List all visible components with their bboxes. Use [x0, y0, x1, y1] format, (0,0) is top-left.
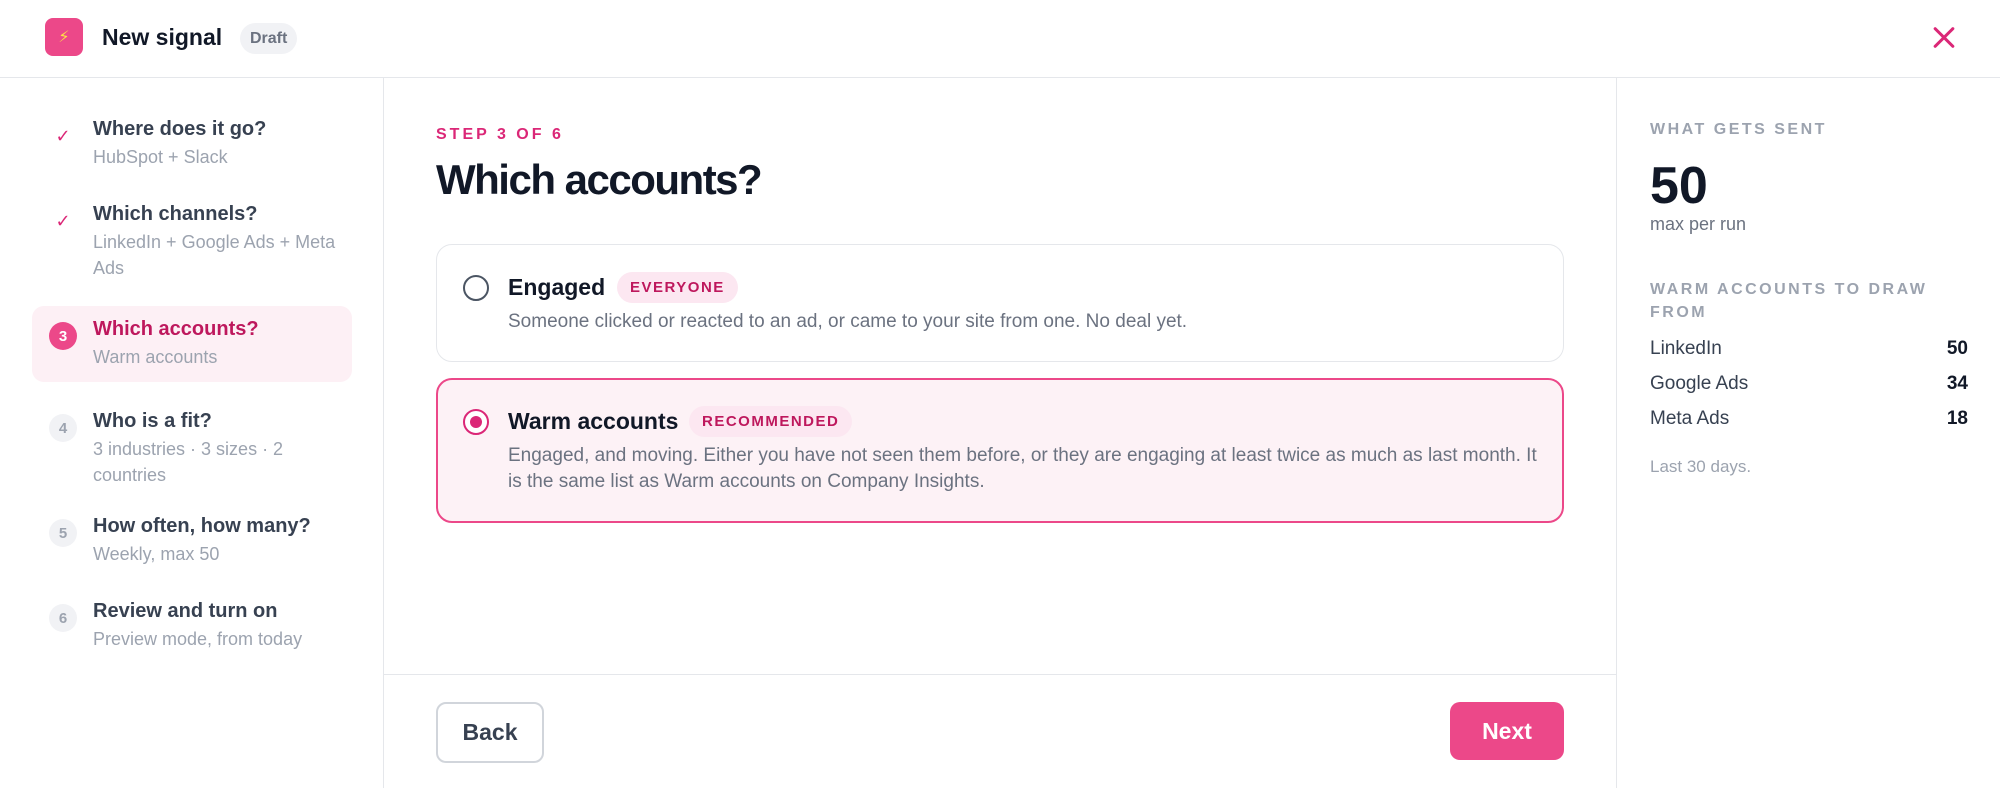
summary-label: WHAT GETS SENT: [1650, 121, 1827, 138]
source-name: LinkedIn: [1650, 338, 1722, 359]
max-per-run-caption: max per run: [1650, 214, 1747, 234]
source-count: 34: [1946, 373, 1968, 394]
wizard-footer: Back Next: [384, 674, 1616, 788]
step-subtitle: HubSpot + Slack: [93, 147, 228, 167]
step-number: 6: [49, 604, 77, 632]
checkmark-icon: ✓: [55, 125, 71, 146]
step-number: 3: [49, 322, 77, 350]
back-button[interactable]: Back: [436, 702, 544, 763]
close-icon[interactable]: [1926, 20, 1962, 56]
source-row: LinkedIn 50: [1650, 338, 1968, 366]
step-item-frequency[interactable]: 5 How often, how many? Weekly, max 50: [32, 503, 352, 573]
next-button[interactable]: Next: [1450, 702, 1564, 760]
step-title: Who is a fit?: [93, 410, 212, 432]
source-row: Google Ads 34: [1650, 373, 1968, 401]
checkmark-icon: ✓: [55, 210, 71, 231]
option-badge: RECOMMENDED: [689, 406, 853, 437]
option-title: Warm accounts: [508, 408, 679, 434]
source-row: Meta Ads 18: [1650, 408, 1968, 436]
lightning-bolt-icon: ⚡: [45, 18, 83, 56]
step-title: Which accounts?: [93, 318, 259, 340]
page-heading: Which accounts?: [436, 156, 763, 203]
status-badge: Draft: [240, 23, 298, 54]
step-subtitle: Warm accounts: [93, 347, 218, 367]
step-subtitle: 3 industries · 3 sizes · 2 countries: [93, 439, 284, 485]
step-item-channels[interactable]: ✓ Which channels? LinkedIn + Google Ads …: [32, 191, 352, 287]
option-description: Engaged, and moving. Either you have not…: [508, 445, 1537, 492]
summary-panel: WHAT GETS SENT 50 max per run WARM ACCOU…: [1616, 78, 2000, 788]
source-name: Meta Ads: [1650, 408, 1730, 429]
main-content: STEP 3 OF 6 Which accounts? Engaged EVER…: [384, 78, 1616, 788]
step-title: Review and turn on: [93, 600, 278, 622]
step-subtitle: Preview mode, from today: [93, 629, 303, 649]
step-number: 5: [49, 519, 77, 547]
step-counter: STEP 3 OF 6: [436, 126, 564, 143]
date-range-note: Last 30 days.: [1650, 457, 1752, 476]
option-warm-accounts[interactable]: Warm accounts RECOMMENDED Engaged, and m…: [436, 378, 1564, 523]
step-subtitle: Weekly, max 50: [93, 544, 220, 564]
step-item-review[interactable]: 6 Review and turn on Preview mode, from …: [32, 588, 352, 658]
step-number: 4: [49, 414, 77, 442]
step-item-fit[interactable]: 4 Who is a fit? 3 industries · 3 sizes ·…: [32, 398, 352, 494]
source-count: 50: [1946, 338, 1968, 359]
max-per-run-value: 50: [1650, 157, 1708, 215]
sources-label: WARM ACCOUNTS TO DRAW FROM: [1650, 281, 1928, 321]
source-count: 18: [1946, 408, 1968, 429]
step-subtitle: LinkedIn + Google Ads + Meta Ads: [93, 232, 336, 278]
step-sidebar: ✓ Where does it go? HubSpot + Slack ✓ Wh…: [0, 78, 384, 788]
option-engaged[interactable]: Engaged EVERYONE Someone clicked or reac…: [436, 244, 1564, 362]
radio-button[interactable]: [463, 275, 489, 301]
radio-button-selected[interactable]: [463, 409, 489, 435]
option-title: Engaged: [508, 274, 606, 300]
step-item-destination[interactable]: ✓ Where does it go? HubSpot + Slack: [32, 106, 352, 176]
source-name: Google Ads: [1650, 373, 1749, 394]
step-item-accounts[interactable]: 3 Which accounts? Warm accounts: [32, 306, 352, 382]
step-title: How often, how many?: [93, 515, 311, 537]
step-title: Where does it go?: [93, 118, 267, 140]
step-title: Which channels?: [93, 203, 258, 225]
top-bar: ⚡ New signal Draft: [0, 0, 2000, 78]
option-badge: EVERYONE: [617, 272, 738, 303]
page-title: New signal: [102, 24, 223, 50]
option-description: Someone clicked or reacted to an ad, or …: [508, 311, 1188, 332]
